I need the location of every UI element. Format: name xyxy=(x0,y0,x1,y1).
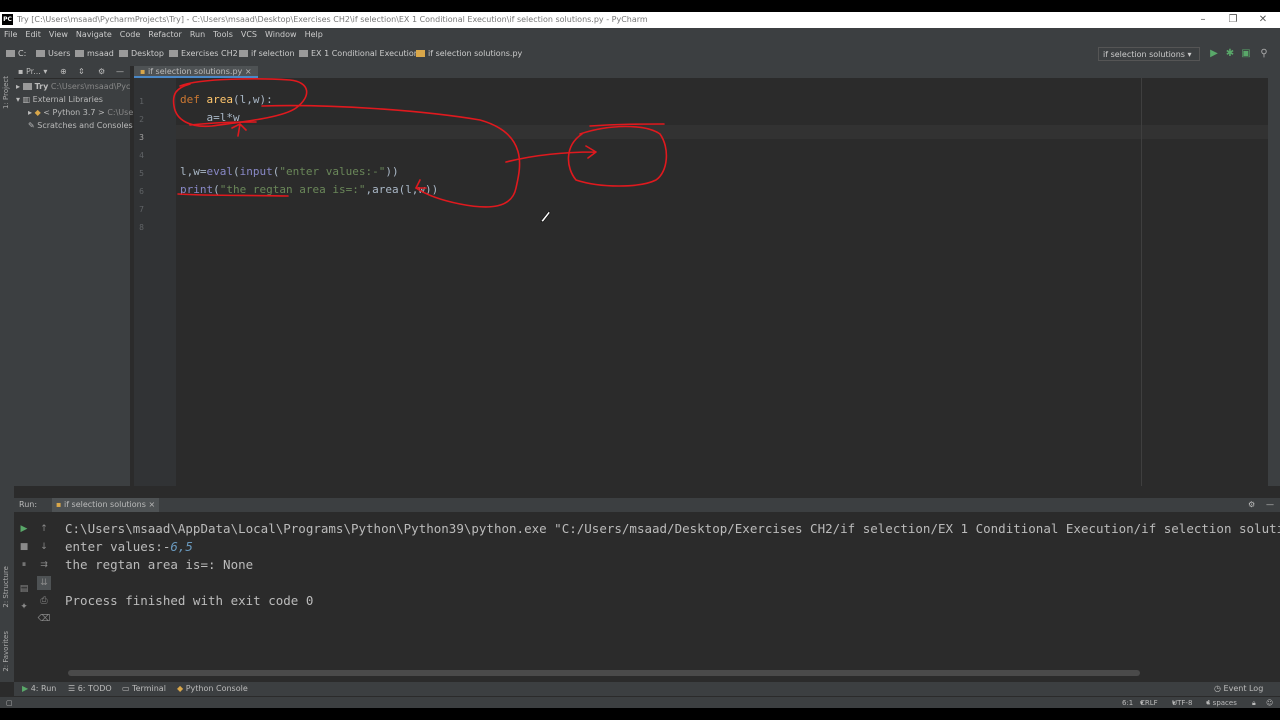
annotation-arrow-call xyxy=(415,179,427,189)
annotation-curve-to-call xyxy=(261,104,521,208)
pycharm-window: PC Try [C:\Users\msaad\PycharmProjects\T… xyxy=(0,12,1280,708)
annotation-empty-circle xyxy=(567,125,668,187)
annotation-arrow-right xyxy=(505,145,597,163)
red-annotation-overlay xyxy=(172,78,668,223)
annotation-circle-function xyxy=(172,78,308,128)
annotation-line-top xyxy=(589,123,665,127)
annotation-arrow-up xyxy=(231,123,247,137)
mouse-pointer-icon xyxy=(540,210,551,223)
annotation-underline-print xyxy=(177,193,289,197)
